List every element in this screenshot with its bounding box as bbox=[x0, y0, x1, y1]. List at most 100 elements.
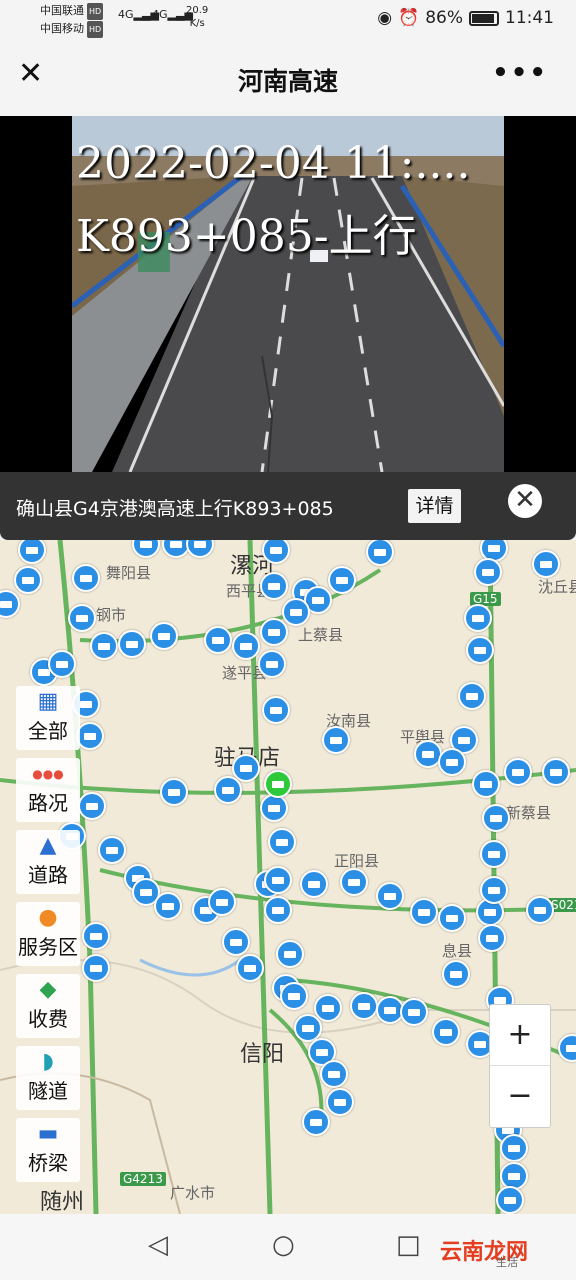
watermark-sub: 生活 bbox=[496, 1256, 518, 1269]
filter-road[interactable]: ▲ 道路 bbox=[16, 830, 80, 894]
hd-badge: HD bbox=[87, 21, 104, 38]
camera-marker-icon[interactable] bbox=[302, 1108, 330, 1136]
carrier-info: 中国联通 HD 中国移动 HD bbox=[40, 2, 104, 38]
camera-marker-icon[interactable] bbox=[410, 898, 438, 926]
zoom-in-button[interactable]: + bbox=[490, 1005, 550, 1066]
camera-marker-icon[interactable] bbox=[78, 792, 106, 820]
home-icon[interactable]: ○ bbox=[272, 1230, 295, 1260]
camera-marker-icon[interactable] bbox=[466, 636, 494, 664]
camera-marker-icon[interactable] bbox=[280, 982, 308, 1010]
camera-marker-icon[interactable] bbox=[90, 632, 118, 660]
more-button[interactable]: ••• bbox=[492, 58, 548, 88]
filter-traffic[interactable]: ●●● 路况 bbox=[16, 758, 80, 822]
traffic-light-icon: ●●● bbox=[32, 767, 64, 781]
bridge-icon: ▬ bbox=[37, 1121, 59, 1146]
camera-marker-icon[interactable] bbox=[82, 954, 110, 982]
map-place-label: 上蔡县 bbox=[298, 626, 344, 644]
camera-marker-icon[interactable] bbox=[340, 868, 368, 896]
zoom-control: + − bbox=[489, 1004, 551, 1128]
hd-badge: HD bbox=[87, 3, 104, 20]
detail-button[interactable]: 详情 bbox=[408, 489, 461, 523]
map-place-label: 信阳 bbox=[240, 1042, 285, 1067]
camera-marker-icon[interactable] bbox=[496, 1186, 524, 1214]
camera-marker-icon[interactable] bbox=[82, 922, 110, 950]
camera-marker-icon[interactable] bbox=[326, 1088, 354, 1116]
camera-video-frame[interactable]: 2022-02-04 11:.... K893+085-上行 bbox=[72, 116, 504, 472]
camera-marker-icon[interactable] bbox=[208, 888, 236, 916]
camera-marker-icon[interactable] bbox=[232, 632, 260, 660]
camera-marker-icon[interactable] bbox=[204, 626, 232, 654]
camera-marker-icon[interactable] bbox=[160, 778, 188, 806]
camera-marker-icon[interactable] bbox=[478, 924, 506, 952]
camera-marker-icon[interactable] bbox=[68, 604, 96, 632]
active-camera-marker-icon[interactable] bbox=[264, 770, 292, 798]
camera-marker-icon[interactable] bbox=[504, 758, 532, 786]
camera-marker-icon[interactable] bbox=[264, 866, 292, 894]
camera-marker-icon[interactable] bbox=[258, 650, 286, 678]
carrier-2: 中国移动 bbox=[40, 22, 84, 35]
camera-marker-icon[interactable] bbox=[526, 896, 554, 924]
camera-marker-icon[interactable] bbox=[236, 954, 264, 982]
camera-marker-icon[interactable] bbox=[542, 758, 570, 786]
camera-marker-icon[interactable] bbox=[350, 992, 378, 1020]
camera-marker-icon[interactable] bbox=[500, 1134, 528, 1162]
camera-marker-icon[interactable] bbox=[376, 882, 404, 910]
camera-marker-icon[interactable] bbox=[438, 904, 466, 932]
zoom-out-button[interactable]: − bbox=[490, 1066, 550, 1127]
title-bar: ✕ 河南高速 ••• bbox=[0, 40, 576, 116]
close-circle-icon[interactable]: ✕ bbox=[508, 484, 542, 518]
tunnel-icon: ◗ bbox=[42, 1049, 54, 1074]
camera-marker-icon[interactable] bbox=[260, 794, 288, 822]
camera-marker-icon[interactable] bbox=[464, 604, 492, 632]
map-place-label: 息县 bbox=[442, 942, 473, 960]
camera-marker-icon[interactable] bbox=[532, 550, 560, 578]
filter-tunnel[interactable]: ◗ 隧道 bbox=[16, 1046, 80, 1110]
highway-map[interactable]: 漯河舞阳县西平县上蔡县遂平县汝南县平舆县驻马店新蔡县正阳县息县信阳随州广水市沈丘… bbox=[0, 540, 576, 1214]
camera-marker-icon[interactable] bbox=[482, 804, 510, 832]
camera-marker-icon[interactable] bbox=[480, 840, 508, 868]
back-icon[interactable]: ◁ bbox=[148, 1230, 168, 1260]
camera-marker-icon[interactable] bbox=[214, 776, 242, 804]
filter-bar: ▦ 全部 ●●● 路况 ▲ 道路 ● 服务区 ◆ 收费 ◗ 隧道 ▬ 桥梁 bbox=[16, 686, 80, 1190]
camera-marker-icon[interactable] bbox=[14, 566, 42, 594]
camera-marker-icon[interactable] bbox=[276, 940, 304, 968]
camera-marker-icon[interactable] bbox=[264, 896, 292, 924]
camera-marker-icon[interactable] bbox=[472, 770, 500, 798]
camera-marker-icon[interactable] bbox=[262, 696, 290, 724]
camera-marker-icon[interactable] bbox=[282, 598, 310, 626]
camera-marker-icon[interactable] bbox=[150, 622, 178, 650]
camera-name: 确山县G4京港澳高速上行K893+085 bbox=[16, 498, 334, 520]
status-bar: 中国联通 HD 中国移动 HD 4G▂▃▅ 4G▂▃▅ 20.9 K/s ◉ ⏰ 86… bbox=[0, 0, 576, 40]
camera-marker-icon[interactable] bbox=[320, 1060, 348, 1088]
camera-marker-icon[interactable] bbox=[442, 960, 470, 988]
camera-marker-icon[interactable] bbox=[154, 892, 182, 920]
camera-marker-icon[interactable] bbox=[400, 998, 428, 1026]
filter-toll[interactable]: ◆ 收费 bbox=[16, 974, 80, 1038]
camera-marker-icon[interactable] bbox=[118, 630, 146, 658]
camera-marker-icon[interactable] bbox=[458, 682, 486, 710]
camera-marker-icon[interactable] bbox=[222, 928, 250, 956]
camera-marker-icon[interactable] bbox=[260, 572, 288, 600]
camera-marker-icon[interactable] bbox=[300, 870, 328, 898]
camera-marker-icon[interactable] bbox=[260, 618, 288, 646]
camera-marker-icon[interactable] bbox=[438, 748, 466, 776]
camera-marker-icon[interactable] bbox=[322, 726, 350, 754]
camera-marker-icon[interactable] bbox=[480, 876, 508, 904]
camera-marker-icon[interactable] bbox=[98, 836, 126, 864]
camera-marker-icon[interactable] bbox=[76, 722, 104, 750]
filter-bridge[interactable]: ▬ 桥梁 bbox=[16, 1118, 80, 1182]
camera-marker-icon[interactable] bbox=[328, 566, 356, 594]
camera-marker-icon[interactable] bbox=[72, 564, 100, 592]
road-icon: ▲ bbox=[39, 833, 57, 858]
map-place-label: 钢市 bbox=[96, 606, 127, 624]
camera-marker-icon[interactable] bbox=[432, 1018, 460, 1046]
battery-icon bbox=[469, 10, 499, 26]
filter-service-area[interactable]: ● 服务区 bbox=[16, 902, 80, 966]
video-timestamp: 2022-02-04 11:.... bbox=[76, 138, 471, 189]
recent-apps-icon[interactable]: □ bbox=[396, 1230, 421, 1260]
clock: 11:41 bbox=[505, 8, 554, 28]
camera-marker-icon[interactable] bbox=[268, 828, 296, 856]
camera-marker-icon[interactable] bbox=[48, 650, 76, 678]
camera-marker-icon[interactable] bbox=[474, 558, 502, 586]
filter-all[interactable]: ▦ 全部 bbox=[16, 686, 80, 750]
